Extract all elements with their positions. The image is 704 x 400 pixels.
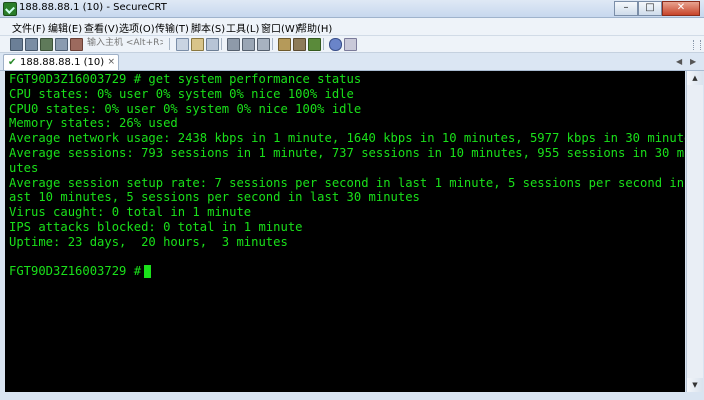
menu-file[interactable]: 文件(F) [12, 20, 46, 35]
print-selection-icon[interactable] [242, 38, 255, 51]
menu-tools[interactable]: 工具(L) [226, 20, 259, 35]
terminal-cursor [144, 265, 151, 278]
print-setup-icon[interactable] [257, 38, 270, 51]
menu-window[interactable]: 窗口(W) [261, 20, 299, 35]
paste-icon[interactable] [191, 38, 204, 51]
disconnect-icon[interactable] [70, 38, 83, 51]
toolbar: 输入主机 <Alt+R> [0, 36, 704, 53]
reconnect-icon[interactable] [55, 38, 68, 51]
terminal-line: Average sessions: 793 sessions in 1 minu… [9, 146, 685, 160]
terminal-line: IPS attacks blocked: 0 total in 1 minute [9, 220, 303, 234]
menu-script[interactable]: 脚本(S) [191, 20, 225, 35]
maximize-button[interactable]: □ [638, 1, 662, 16]
menu-bar: 文件(F) 编辑(E) 查看(V) 选项(O) 传输(T) 脚本(S) 工具(L… [0, 18, 704, 36]
window-controls: – □ ✕ [614, 1, 700, 16]
terminal-line: CPU0 states: 0% user 0% system 0% nice 1… [9, 102, 362, 116]
toolbar-separator [169, 38, 170, 50]
terminal-line: Uptime: 23 days, 20 hours, 3 minutes [9, 235, 288, 249]
find-icon[interactable] [206, 38, 219, 51]
securecrt-window: 188.88.88.1 (10) - SecureCRT – □ ✕ 文件(F)… [0, 0, 704, 400]
quick-connect-input[interactable]: 输入主机 <Alt+R> [87, 37, 163, 50]
terminal-prompt: FGT90D3Z16003729 # [9, 264, 142, 278]
menu-transfer[interactable]: 传输(T) [155, 20, 189, 35]
terminal-line: ast 10 minutes, 5 sessions per second in… [9, 190, 420, 204]
title-bar[interactable]: 188.88.88.1 (10) - SecureCRT – □ ✕ [0, 0, 704, 18]
minimize-button[interactable]: – [614, 1, 638, 16]
tab-scroll-right-icon[interactable]: ▶ [690, 57, 696, 66]
menu-help[interactable]: 帮助(H) [297, 20, 332, 35]
terminal-line: Memory states: 26% used [9, 116, 178, 130]
menu-edit[interactable]: 编辑(E) [48, 20, 82, 35]
connect-in-tab-icon[interactable] [40, 38, 53, 51]
tab-close-icon[interactable]: × [107, 55, 115, 70]
toolbar-separator [272, 38, 273, 50]
tab-scroll-left-icon[interactable]: ◀ [676, 57, 682, 66]
about-icon[interactable] [344, 38, 357, 51]
toolbar-grip[interactable] [693, 40, 701, 50]
session-tab[interactable]: ✔ 188.88.88.1 (10) × [3, 54, 119, 70]
securecrt-app-icon[interactable] [3, 2, 17, 16]
help-icon[interactable] [329, 38, 342, 51]
terminal-scrollbar[interactable]: ▲ ▼ [686, 71, 703, 392]
toolbar-separator [221, 38, 222, 50]
terminal-line: Virus caught: 0 total in 1 minute [9, 205, 252, 219]
session-options-icon[interactable] [278, 38, 291, 51]
connected-check-icon: ✔ [8, 57, 17, 68]
terminal-view[interactable]: FGT90D3Z16003729 # get system performanc… [5, 71, 685, 392]
scroll-down-icon[interactable]: ▼ [687, 378, 703, 392]
quick-connect-icon[interactable] [25, 38, 38, 51]
sftp-icon[interactable] [308, 38, 321, 51]
window-title: 188.88.88.1 (10) - SecureCRT [19, 2, 167, 13]
terminal-line: FGT90D3Z16003729 # get system performanc… [9, 72, 362, 86]
session-tab-bar: ✔ 188.88.88.1 (10) × [0, 53, 704, 71]
keymap-icon[interactable] [293, 38, 306, 51]
close-button[interactable]: ✕ [662, 1, 700, 16]
window-bottom-edge [0, 392, 704, 400]
connect-icon[interactable] [10, 38, 23, 51]
toolbar-separator [323, 38, 324, 50]
terminal-line: Average network usage: 2438 kbps in 1 mi… [9, 131, 685, 145]
session-tab-label: 188.88.88.1 (10) [20, 57, 105, 68]
terminal-line: CPU states: 0% user 0% system 0% nice 10… [9, 87, 354, 101]
menu-view[interactable]: 查看(V) [84, 20, 119, 35]
menu-options[interactable]: 选项(O) [119, 20, 155, 35]
print-icon[interactable] [227, 38, 240, 51]
copy-icon[interactable] [176, 38, 189, 51]
scroll-up-icon[interactable]: ▲ [687, 71, 703, 85]
terminal-line: Average session setup rate: 7 sessions p… [9, 176, 685, 190]
terminal-line: utes [9, 161, 39, 175]
